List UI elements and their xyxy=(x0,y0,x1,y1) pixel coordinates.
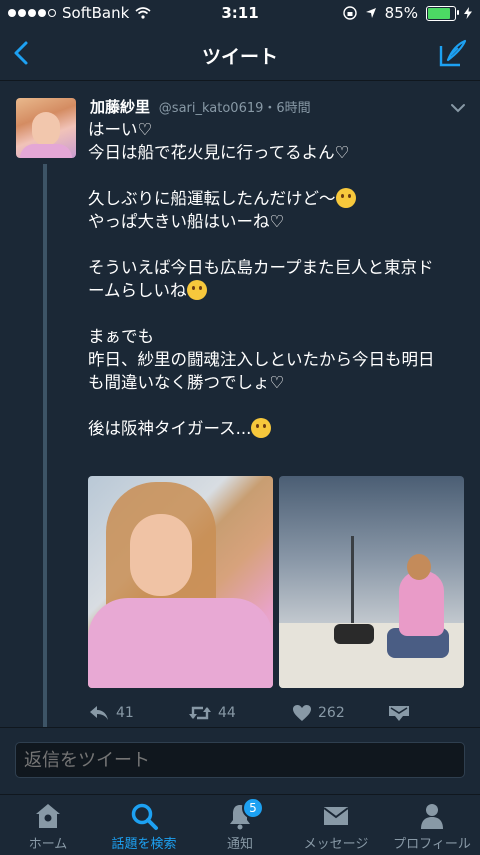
tweet-line: 久しぶりに船運転したんだけど〜 xyxy=(88,189,336,208)
hugging-face-emoji-icon xyxy=(186,280,207,300)
tweet-text: はーい♡ 今日は船で花火見に行ってるよん♡ 久しぶりに船運転したんだけど〜 やっ… xyxy=(88,118,468,440)
tab-profile[interactable]: プロフィール xyxy=(384,795,480,855)
tab-home-label: ホーム xyxy=(28,837,68,852)
avatar[interactable] xyxy=(16,98,76,158)
reply-count: 41 xyxy=(116,705,134,721)
tab-explore[interactable]: 話題を検索 xyxy=(96,795,192,855)
hugging-face-emoji-icon xyxy=(335,188,356,208)
person-icon xyxy=(421,804,443,829)
rotation-lock-icon xyxy=(342,6,357,20)
tab-notifications-label: 通知 xyxy=(226,837,253,852)
author-handle[interactable]: @sari_kato0619 xyxy=(159,101,264,116)
reply-bar xyxy=(0,727,480,794)
thinking-face-emoji-icon xyxy=(251,418,272,438)
envelope-icon xyxy=(389,706,409,721)
retweet-button[interactable]: 44 xyxy=(188,704,236,722)
compose-tweet-icon[interactable] xyxy=(438,38,468,68)
like-count: 262 xyxy=(318,705,345,721)
navigation-bar: ツイート xyxy=(0,28,480,81)
retweet-icon xyxy=(189,706,211,720)
chevron-down-icon[interactable] xyxy=(450,102,466,114)
envelope-icon xyxy=(323,807,349,825)
tweet-line: も間違いなく勝つでしょ♡ xyxy=(88,373,285,392)
battery-icon xyxy=(426,5,459,21)
tab-explore-label: 話題を検索 xyxy=(111,837,177,852)
charging-icon xyxy=(464,7,472,19)
tab-messages[interactable]: メッセージ xyxy=(288,795,384,855)
home-icon xyxy=(36,804,60,828)
location-icon xyxy=(365,8,376,18)
tweet-line: ームらしいね xyxy=(88,281,187,300)
page-title: ツイート xyxy=(201,46,278,68)
retweet-count: 44 xyxy=(218,705,236,721)
tweet-line: 昨日、紗里の闘魂注入しといたから今日も明日 xyxy=(88,350,435,369)
tweet: 加藤紗里 @sari_kato0619・6時間 はーい♡ 今日は船で花火見に行っ… xyxy=(0,82,480,804)
tab-profile-label: プロフィール xyxy=(393,837,471,852)
tweet-line: はーい♡ xyxy=(88,120,153,139)
tweet-photo-boat[interactable] xyxy=(279,476,464,688)
reply-input[interactable] xyxy=(15,742,465,778)
reply-icon xyxy=(90,706,108,720)
author-name[interactable]: 加藤紗里 xyxy=(90,98,150,116)
tweet-line: そういえば今日も広島カープまた巨人と東京ド xyxy=(88,258,434,277)
tweet-photo-selfie[interactable] xyxy=(88,476,273,688)
tweet-line: 今日は船で花火見に行ってるよん♡ xyxy=(88,143,350,162)
battery-percent: 85% xyxy=(384,4,418,22)
thread-line xyxy=(43,164,47,804)
search-icon xyxy=(131,803,158,830)
heart-icon xyxy=(293,705,311,721)
tab-bar: ホーム 話題を検索 5 通知 メッセージ プロフィール xyxy=(0,794,480,855)
tweet-line: やっぱ大きい船はいーね♡ xyxy=(88,212,285,231)
tweet-line: 後は阪神タイガース... xyxy=(88,419,252,438)
status-right: 85% xyxy=(342,4,472,22)
author-line[interactable]: 加藤紗里 @sari_kato0619・6時間 xyxy=(90,96,311,117)
status-bar: SoftBank 3:11 85% xyxy=(0,0,480,28)
tab-notifications[interactable]: 5 通知 xyxy=(192,795,288,855)
direct-message-button[interactable] xyxy=(388,704,410,722)
tweet-actions: 41 44 262 xyxy=(88,704,468,728)
tab-messages-label: メッセージ xyxy=(303,837,369,852)
tweet-time: ・6時間 xyxy=(263,101,311,116)
tab-home[interactable]: ホーム xyxy=(0,795,96,855)
notification-badge: 5 xyxy=(242,797,264,819)
tweet-line: まぁでも xyxy=(88,327,154,346)
reply-button[interactable]: 41 xyxy=(88,704,134,722)
like-button[interactable]: 262 xyxy=(292,704,345,722)
